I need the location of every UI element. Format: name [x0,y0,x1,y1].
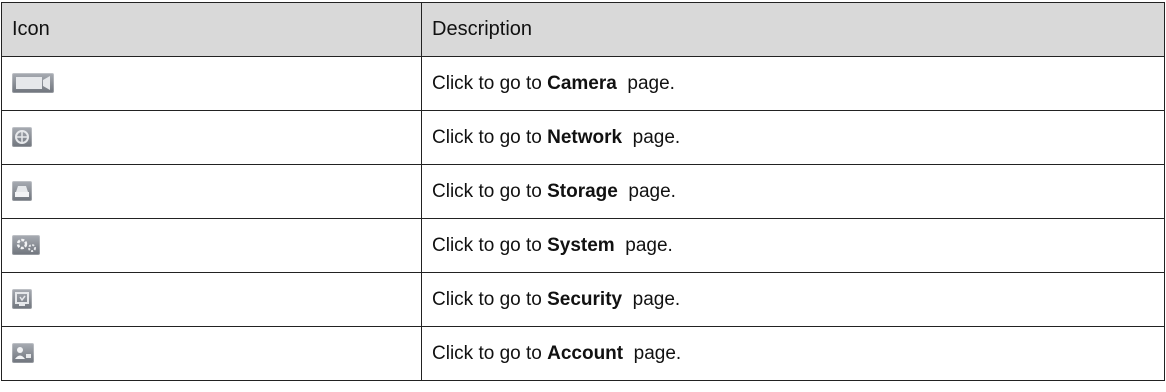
header-description: Description [421,2,1165,57]
page-name: System [547,234,615,256]
camera-icon[interactable] [12,73,54,94]
description-cell: Click to go to Network page. [421,110,1165,165]
description-cell: Click to go to Security page. [421,272,1165,327]
header-icon: Icon [1,2,422,57]
network-icon[interactable] [12,127,32,148]
description-cell: Click to go to Camera page. [421,56,1165,111]
page-name: Security [547,288,623,310]
icon-cell [1,110,422,165]
table-row: Click to go to System page. [1,218,1165,273]
page-name: Storage [547,180,618,202]
table-row: Click to go to Storage page. [1,164,1165,219]
table-row: Click to go to Security page. [1,272,1165,327]
icon-cell [1,164,422,219]
icon-cell [1,326,422,381]
table-row: Click to go to Network page. [1,110,1165,165]
icon-cell [1,56,422,111]
security-icon[interactable] [12,289,32,310]
page-name: Network [547,126,623,148]
icon-description-table: Icon Description Click to go to Camera p… [1,2,1165,381]
table-header-row: Icon Description [1,2,1165,57]
icon-cell [1,272,422,327]
description-cell: Click to go to Storage page. [421,164,1165,219]
account-icon[interactable] [12,343,34,364]
table-row: Click to go to Account page. [1,326,1165,381]
page-name: Account [547,342,624,364]
table-row: Click to go to Camera page. [1,56,1165,111]
description-cell: Click to go to Account page. [421,326,1165,381]
system-icon[interactable] [12,235,40,256]
page-name: Camera [547,72,617,94]
storage-icon[interactable] [12,181,32,202]
description-cell: Click to go to System page. [421,218,1165,273]
icon-cell [1,218,422,273]
